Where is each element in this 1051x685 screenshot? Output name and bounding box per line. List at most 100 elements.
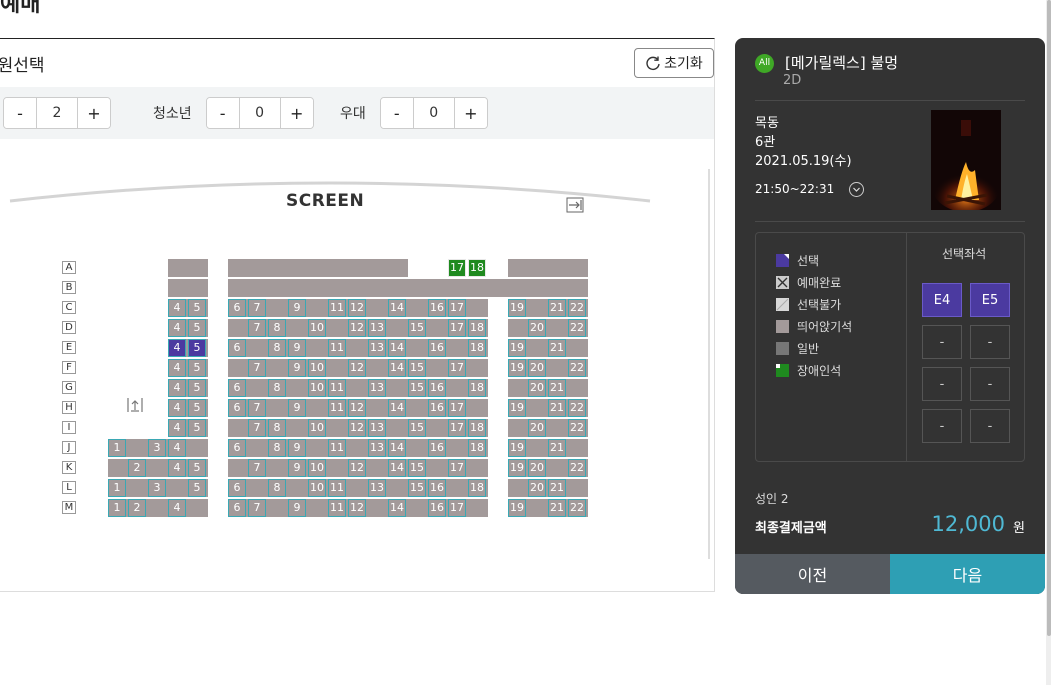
seat-k7[interactable]: 7 xyxy=(248,459,266,477)
seat-g21[interactable]: 21 xyxy=(548,379,566,397)
seat-h21[interactable]: 21 xyxy=(548,399,566,417)
seat-f14[interactable]: 14 xyxy=(388,359,406,377)
seat-k20[interactable]: 20 xyxy=(528,459,546,477)
seat-c5[interactable]: 5 xyxy=(188,299,206,317)
seat-i8[interactable]: 8 xyxy=(268,419,286,437)
seat-i4[interactable]: 4 xyxy=(168,419,186,437)
seat-k17[interactable]: 17 xyxy=(448,459,466,477)
seat-j1[interactable]: 1 xyxy=(108,439,126,457)
seat-m16[interactable]: 16 xyxy=(428,499,446,517)
seat-e18[interactable]: 18 xyxy=(468,339,486,357)
adult-plus-button[interactable]: + xyxy=(78,98,110,128)
seat-c12[interactable]: 12 xyxy=(348,299,366,317)
next-button[interactable]: 다음 xyxy=(890,554,1045,594)
youth-minus-button[interactable]: - xyxy=(206,98,239,128)
seat-d10[interactable]: 10 xyxy=(308,319,326,337)
seat-e6[interactable]: 6 xyxy=(228,339,246,357)
seat-m11[interactable]: 11 xyxy=(328,499,346,517)
seat-d15[interactable]: 15 xyxy=(408,319,426,337)
seat-d17[interactable]: 17 xyxy=(448,319,466,337)
seat-f22[interactable]: 22 xyxy=(568,359,586,377)
seat-k15[interactable]: 15 xyxy=(408,459,426,477)
seat-d5[interactable]: 5 xyxy=(188,319,206,337)
seat-c16[interactable]: 16 xyxy=(428,299,446,317)
seat-k12[interactable]: 12 xyxy=(348,459,366,477)
seat-j19[interactable]: 19 xyxy=(508,439,526,457)
seat-c14[interactable]: 14 xyxy=(388,299,406,317)
adult-minus-button[interactable]: - xyxy=(4,98,36,128)
seat-c6[interactable]: 6 xyxy=(228,299,246,317)
seat-j6[interactable]: 6 xyxy=(228,439,246,457)
seat-m2[interactable]: 2 xyxy=(128,499,146,517)
seat-k14[interactable]: 14 xyxy=(388,459,406,477)
seat-j9[interactable]: 9 xyxy=(288,439,306,457)
seat-c11[interactable]: 11 xyxy=(328,299,346,317)
seat-j3[interactable]: 3 xyxy=(148,439,166,457)
seat-j14[interactable]: 14 xyxy=(388,439,406,457)
senior-plus-button[interactable]: + xyxy=(454,98,487,128)
seat-f15[interactable]: 15 xyxy=(408,359,426,377)
seat-f20[interactable]: 20 xyxy=(528,359,546,377)
seat-i7[interactable]: 7 xyxy=(248,419,266,437)
seat-l13[interactable]: 13 xyxy=(368,479,386,497)
seat-m6[interactable]: 6 xyxy=(228,499,246,517)
seat-l5[interactable]: 5 xyxy=(188,479,206,497)
seat-j16[interactable]: 16 xyxy=(428,439,446,457)
seat-l11[interactable]: 11 xyxy=(328,479,346,497)
seat-d18[interactable]: 18 xyxy=(468,319,486,337)
time-toggle[interactable] xyxy=(849,182,864,197)
seat-m7[interactable]: 7 xyxy=(248,499,266,517)
seat-m19[interactable]: 19 xyxy=(508,499,526,517)
seat-i12[interactable]: 12 xyxy=(348,419,366,437)
seat-k5[interactable]: 5 xyxy=(188,459,206,477)
seat-e14[interactable]: 14 xyxy=(388,339,406,357)
seat-e8[interactable]: 8 xyxy=(268,339,286,357)
seat-j18[interactable]: 18 xyxy=(468,439,486,457)
seat-m14[interactable]: 14 xyxy=(388,499,406,517)
seat-i20[interactable]: 20 xyxy=(528,419,546,437)
seat-m17[interactable]: 17 xyxy=(448,499,466,517)
seat-m1[interactable]: 1 xyxy=(108,499,126,517)
seat-f10[interactable]: 10 xyxy=(308,359,326,377)
seat-l8[interactable]: 8 xyxy=(268,479,286,497)
seat-h9[interactable]: 9 xyxy=(288,399,306,417)
seat-m12[interactable]: 12 xyxy=(348,499,366,517)
seat-k10[interactable]: 10 xyxy=(308,459,326,477)
prev-button[interactable]: 이전 xyxy=(735,554,890,594)
seat-g20[interactable]: 20 xyxy=(528,379,546,397)
seat-d4[interactable]: 4 xyxy=(168,319,186,337)
seat-m22[interactable]: 22 xyxy=(568,499,586,517)
seat-k19[interactable]: 19 xyxy=(508,459,526,477)
seat-h6[interactable]: 6 xyxy=(228,399,246,417)
seat-c22[interactable]: 22 xyxy=(568,299,586,317)
seat-j11[interactable]: 11 xyxy=(328,439,346,457)
seat-m9[interactable]: 9 xyxy=(288,499,306,517)
seat-f5[interactable]: 5 xyxy=(188,359,206,377)
seat-i22[interactable]: 22 xyxy=(568,419,586,437)
seat-g4[interactable]: 4 xyxy=(168,379,186,397)
seat-g5[interactable]: 5 xyxy=(188,379,206,397)
youth-plus-button[interactable]: + xyxy=(280,98,313,128)
seat-f19[interactable]: 19 xyxy=(508,359,526,377)
seat-i5[interactable]: 5 xyxy=(188,419,206,437)
seat-k9[interactable]: 9 xyxy=(288,459,306,477)
seat-k4[interactable]: 4 xyxy=(168,459,186,477)
seat-h19[interactable]: 19 xyxy=(508,399,526,417)
seat-g16[interactable]: 16 xyxy=(428,379,446,397)
seat-k2[interactable]: 2 xyxy=(128,459,146,477)
seat-i13[interactable]: 13 xyxy=(368,419,386,437)
seat-d22[interactable]: 22 xyxy=(568,319,586,337)
seat-e21[interactable]: 21 xyxy=(548,339,566,357)
seat-h12[interactable]: 12 xyxy=(348,399,366,417)
seat-l21[interactable]: 21 xyxy=(548,479,566,497)
seat-c4[interactable]: 4 xyxy=(168,299,186,317)
reset-button[interactable]: 초기화 xyxy=(634,48,714,78)
seat-f7[interactable]: 7 xyxy=(248,359,266,377)
seat-h7[interactable]: 7 xyxy=(248,399,266,417)
seat-c7[interactable]: 7 xyxy=(248,299,266,317)
seat-g15[interactable]: 15 xyxy=(408,379,426,397)
seat-f4[interactable]: 4 xyxy=(168,359,186,377)
seat-f9[interactable]: 9 xyxy=(288,359,306,377)
seat-c19[interactable]: 19 xyxy=(508,299,526,317)
seat-g11[interactable]: 11 xyxy=(328,379,346,397)
